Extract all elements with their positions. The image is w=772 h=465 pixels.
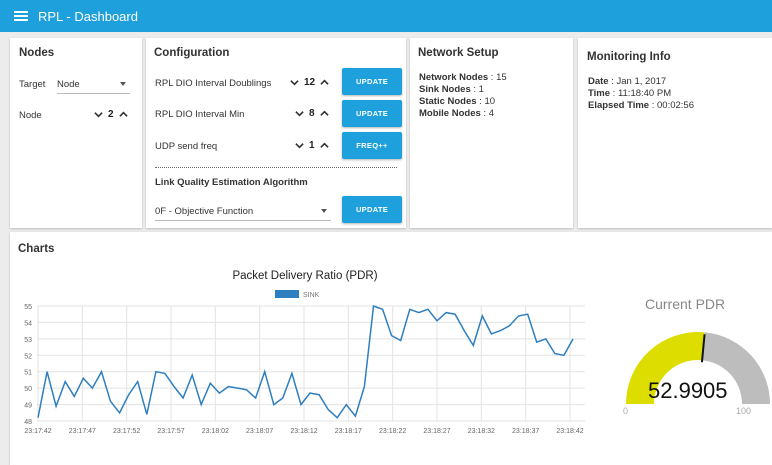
charts-card: Charts Packet Delivery Ratio (PDR) 48 49 5… [10, 232, 772, 465]
x-tick-label: 23:17:52 [113, 428, 140, 435]
static-nodes-label: Static Nodes [419, 96, 477, 107]
x-tick-label: 23:18:17 [335, 428, 362, 435]
static-nodes-value: 10 [484, 96, 496, 107]
dio-min-value: 8 [309, 108, 315, 119]
caret-down-icon [321, 209, 327, 213]
target-select-value: Node [57, 79, 80, 90]
chevron-up-icon[interactable] [319, 141, 329, 150]
lqe-title: Link Quality Estimation Algorithm [155, 177, 308, 188]
pdr-line-chart: 48 49 50 51 52 53 54 55 23:17:42 23:17:47 23:17:52… [24, 290, 585, 435]
elapsed-time-label: Elapsed Time [588, 100, 650, 111]
chevron-down-icon[interactable] [295, 141, 304, 150]
monitoring-info-title: Monitoring Info [587, 51, 671, 63]
network-setup-title: Network Setup [418, 47, 499, 59]
udp-send-freq-label: UDP send freq [155, 141, 218, 152]
x-tick-label: 23:17:57 [157, 428, 184, 435]
update-lqe-button[interactable]: UPDATE [342, 196, 402, 223]
date-line: Date : Jan 1, 2017 [588, 76, 667, 87]
y-tick-label: 54 [24, 320, 32, 327]
app-title: RPL - Dashboard [38, 8, 138, 24]
network-nodes-label: Network Nodes [419, 72, 489, 83]
x-tick-label: 23:18:27 [423, 428, 450, 435]
legend-label: SINK [303, 292, 320, 299]
dio-min-stepper[interactable]: 8 [295, 108, 329, 119]
y-tick-label: 49 [24, 403, 32, 410]
update-dio-doublings-button[interactable]: UPDATE [342, 68, 402, 95]
sink-nodes-value: 1 [478, 84, 484, 95]
mobile-nodes-value: 4 [488, 108, 494, 119]
y-tick-label: 55 [24, 304, 32, 311]
y-tick-label: 50 [24, 386, 32, 393]
gauge-max-label: 100 [736, 406, 752, 416]
x-tick-label: 23:18:42 [556, 428, 583, 435]
caret-down-icon [120, 82, 126, 86]
y-tick-label: 51 [24, 370, 32, 377]
x-tick-label: 23:18:07 [246, 428, 273, 435]
x-tick-label: 23:18:32 [468, 428, 495, 435]
freq-increase-button[interactable]: FREQ++ [342, 132, 402, 159]
network-setup-card: Network Setup Network Nodes : 15 Sink No… [410, 38, 573, 228]
hamburger-menu-icon[interactable] [14, 11, 28, 21]
node-value: 2 [108, 109, 114, 120]
legend-swatch [275, 290, 299, 298]
elapsed-time-line: Elapsed Time : 00:02:56 [588, 100, 694, 111]
udp-send-freq-stepper[interactable]: 1 [295, 140, 329, 151]
mobile-nodes-line: Mobile Nodes : 4 [419, 108, 494, 119]
x-tick-label: 23:17:47 [69, 428, 96, 435]
charts-title: Charts [18, 243, 55, 255]
nodes-card: Nodes Target Node Node 2 [10, 38, 142, 228]
chevron-up-icon[interactable] [320, 78, 329, 87]
static-nodes-line: Static Nodes : 10 [419, 96, 496, 107]
chevron-up-icon[interactable] [118, 110, 128, 119]
sink-nodes-line: Sink Nodes : 1 [419, 84, 484, 95]
node-label: Node [19, 110, 42, 121]
dio-doublings-stepper[interactable]: 12 [290, 77, 329, 88]
time-label: Time [588, 88, 611, 99]
divider [155, 167, 397, 168]
x-tick-label: 23:17:42 [24, 428, 51, 435]
time-line: Time : 11:18:40 PM [588, 88, 672, 99]
y-tick-label: 53 [24, 337, 32, 344]
time-value: 11:18:40 PM [617, 88, 672, 99]
node-stepper[interactable]: 2 [94, 109, 128, 120]
top-app-bar: RPL - Dashboard [0, 0, 772, 32]
chevron-down-icon[interactable] [290, 78, 299, 87]
x-tick-label: 23:18:12 [290, 428, 317, 435]
network-nodes-line: Network Nodes : 15 [419, 72, 507, 83]
configuration-card: Configuration RPL DIO Interval Doublings… [146, 38, 406, 228]
target-label: Target [19, 79, 46, 90]
gauge-title: Current PDR [645, 296, 726, 312]
date-value: Jan 1, 2017 [616, 76, 667, 87]
mobile-nodes-label: Mobile Nodes [419, 108, 481, 119]
lqe-select-value: 0F - Objective Function [155, 206, 254, 217]
dio-doublings-label: RPL DIO Interval Doublings [155, 78, 272, 89]
network-nodes-value: 15 [496, 72, 507, 83]
dio-min-label: RPL DIO Interval Min [155, 109, 245, 120]
chevron-up-icon[interactable] [319, 109, 329, 118]
elapsed-time-value: 00:02:56 [657, 100, 694, 111]
x-tick-label: 23:18:22 [379, 428, 406, 435]
date-label: Date [588, 76, 609, 87]
gauge-min-label: 0 [623, 406, 629, 416]
y-tick-label: 48 [24, 419, 32, 426]
target-select[interactable]: Node [57, 79, 130, 94]
update-dio-min-button[interactable]: UPDATE [342, 100, 402, 127]
configuration-title: Configuration [154, 47, 230, 59]
lqe-select[interactable]: 0F - Objective Function [155, 206, 331, 221]
udp-send-freq-value: 1 [309, 140, 315, 151]
nodes-title: Nodes [19, 47, 55, 59]
y-tick-label: 52 [24, 353, 32, 360]
monitoring-info-card: Monitoring Info Date : Jan 1, 2017 Time … [578, 38, 772, 228]
chevron-down-icon[interactable] [295, 109, 304, 118]
dio-doublings-value: 12 [304, 77, 316, 88]
chevron-down-icon[interactable] [94, 110, 103, 119]
x-tick-label: 23:18:37 [512, 428, 539, 435]
gauge-value: 52.9905 [648, 378, 728, 403]
sink-nodes-label: Sink Nodes [419, 84, 471, 95]
x-tick-label: 23:18:02 [202, 428, 229, 435]
